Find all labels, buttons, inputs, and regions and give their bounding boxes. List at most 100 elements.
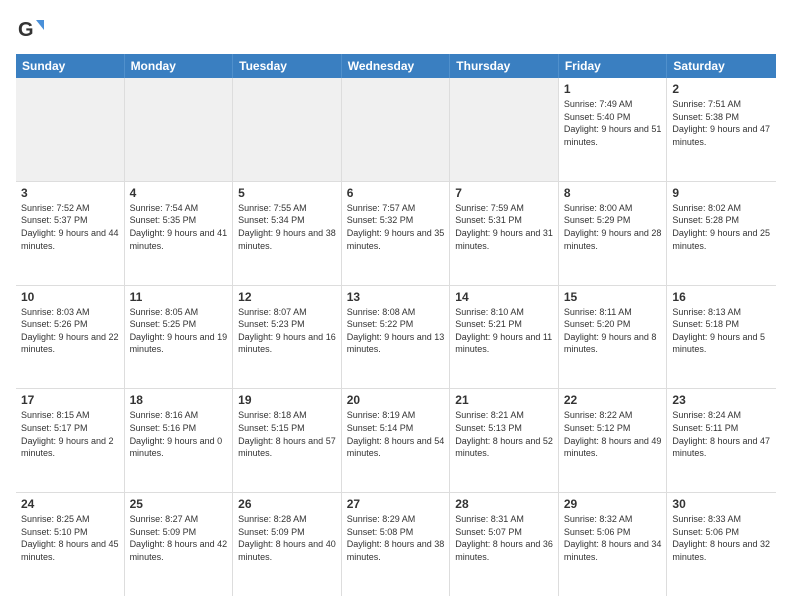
day-number: 23 [672,393,771,407]
calendar-cell-day: 8 Sunrise: 8:00 AM Sunset: 5:29 PM Daylig… [559,182,668,285]
calendar-cell-day: 21 Sunrise: 8:21 AM Sunset: 5:13 PM Dayli… [450,389,559,492]
day-number: 11 [130,290,228,304]
day-number: 20 [347,393,445,407]
day-number: 21 [455,393,553,407]
day-info: Sunrise: 8:07 AM Sunset: 5:23 PM Dayligh… [238,306,336,356]
calendar-row: 1Sunrise: 7:49 AM Sunset: 5:40 PM Daylig… [16,78,776,182]
day-info: Sunrise: 7:57 AM Sunset: 5:32 PM Dayligh… [347,202,445,252]
calendar-cell-day: 2 Sunrise: 7:51 AM Sunset: 5:38 PM Daylig… [667,78,776,181]
day-info: Sunrise: 8:27 AM Sunset: 5:09 PM Dayligh… [130,513,228,563]
calendar-cell-day: 3 Sunrise: 7:52 AM Sunset: 5:37 PM Daylig… [16,182,125,285]
day-number: 5 [238,186,336,200]
day-info: Sunrise: 8:29 AM Sunset: 5:08 PM Dayligh… [347,513,445,563]
day-number: 10 [21,290,119,304]
day-number: 19 [238,393,336,407]
calendar-cell-day: 20 Sunrise: 8:19 AM Sunset: 5:14 PM Dayli… [342,389,451,492]
day-info: Sunrise: 8:16 AM Sunset: 5:16 PM Dayligh… [130,409,228,459]
day-info: Sunrise: 8:31 AM Sunset: 5:07 PM Dayligh… [455,513,553,563]
day-info: Sunrise: 8:03 AM Sunset: 5:26 PM Dayligh… [21,306,119,356]
day-info: Sunrise: 8:15 AM Sunset: 5:17 PM Dayligh… [21,409,119,459]
day-number: 9 [672,186,771,200]
day-info: Sunrise: 8:19 AM Sunset: 5:14 PM Dayligh… [347,409,445,459]
day-number: 2 [672,82,771,96]
day-info: Sunrise: 8:33 AM Sunset: 5:06 PM Dayligh… [672,513,771,563]
calendar-cell-empty [450,78,559,181]
calendar-cell-day: 27Sunrise: 8:29 AM Sunset: 5:08 PM Dayli… [342,493,451,596]
calendar-cell-day: 24 Sunrise: 8:25 AM Sunset: 5:10 PM Dayli… [16,493,125,596]
calendar-cell-day: 30Sunrise: 8:33 AM Sunset: 5:06 PM Dayli… [667,493,776,596]
day-number: 13 [347,290,445,304]
calendar-cell-day: 18 Sunrise: 8:16 AM Sunset: 5:16 PM Dayli… [125,389,234,492]
day-info: Sunrise: 7:54 AM Sunset: 5:35 PM Dayligh… [130,202,228,252]
day-number: 16 [672,290,771,304]
day-info: Sunrise: 8:21 AM Sunset: 5:13 PM Dayligh… [455,409,553,459]
calendar-cell-day: 7 Sunrise: 7:59 AM Sunset: 5:31 PM Daylig… [450,182,559,285]
day-info: Sunrise: 8:08 AM Sunset: 5:22 PM Dayligh… [347,306,445,356]
day-info: Sunrise: 8:18 AM Sunset: 5:15 PM Dayligh… [238,409,336,459]
logo: G [16,16,48,44]
day-info: Sunrise: 8:05 AM Sunset: 5:25 PM Dayligh… [130,306,228,356]
calendar-cell-day: 15 Sunrise: 8:11 AM Sunset: 5:20 PM Dayli… [559,286,668,389]
day-number: 14 [455,290,553,304]
day-info: Sunrise: 8:00 AM Sunset: 5:29 PM Dayligh… [564,202,662,252]
calendar-cell-empty [342,78,451,181]
day-number: 7 [455,186,553,200]
calendar-cell-empty [125,78,234,181]
day-number: 4 [130,186,228,200]
calendar-header-cell: Thursday [450,54,559,78]
calendar-cell-empty [233,78,342,181]
calendar-cell-day: 6 Sunrise: 7:57 AM Sunset: 5:32 PM Daylig… [342,182,451,285]
day-number: 6 [347,186,445,200]
calendar-cell-day: 28 Sunrise: 8:31 AM Sunset: 5:07 PM Dayli… [450,493,559,596]
day-info: Sunrise: 8:02 AM Sunset: 5:28 PM Dayligh… [672,202,771,252]
day-info: Sunrise: 7:52 AM Sunset: 5:37 PM Dayligh… [21,202,119,252]
calendar-cell-day: 12Sunrise: 8:07 AM Sunset: 5:23 PM Dayli… [233,286,342,389]
calendar-cell-day: 25 Sunrise: 8:27 AM Sunset: 5:09 PM Dayli… [125,493,234,596]
day-number: 22 [564,393,662,407]
logo-icon: G [16,16,44,44]
day-number: 29 [564,497,662,511]
day-number: 28 [455,497,553,511]
calendar-body: 1Sunrise: 7:49 AM Sunset: 5:40 PM Daylig… [16,78,776,596]
day-info: Sunrise: 8:25 AM Sunset: 5:10 PM Dayligh… [21,513,119,563]
calendar-cell-day: 4 Sunrise: 7:54 AM Sunset: 5:35 PM Daylig… [125,182,234,285]
calendar-header-cell: Monday [125,54,234,78]
day-number: 3 [21,186,119,200]
calendar-cell-day: 11 Sunrise: 8:05 AM Sunset: 5:25 PM Dayli… [125,286,234,389]
day-number: 8 [564,186,662,200]
calendar-cell-day: 9 Sunrise: 8:02 AM Sunset: 5:28 PM Daylig… [667,182,776,285]
day-number: 25 [130,497,228,511]
day-number: 15 [564,290,662,304]
calendar-row: 17 Sunrise: 8:15 AM Sunset: 5:17 PM Dayli… [16,389,776,493]
calendar-cell-day: 19 Sunrise: 8:18 AM Sunset: 5:15 PM Dayli… [233,389,342,492]
calendar-header-cell: Tuesday [233,54,342,78]
calendar-cell-day: 16 Sunrise: 8:13 AM Sunset: 5:18 PM Dayli… [667,286,776,389]
day-number: 24 [21,497,119,511]
day-number: 26 [238,497,336,511]
calendar-cell-day: 29 Sunrise: 8:32 AM Sunset: 5:06 PM Dayli… [559,493,668,596]
calendar-cell-day: 22 Sunrise: 8:22 AM Sunset: 5:12 PM Dayli… [559,389,668,492]
calendar-header: SundayMondayTuesdayWednesdayThursdayFrid… [16,54,776,78]
day-info: Sunrise: 8:32 AM Sunset: 5:06 PM Dayligh… [564,513,662,563]
day-info: Sunrise: 8:22 AM Sunset: 5:12 PM Dayligh… [564,409,662,459]
day-info: Sunrise: 8:11 AM Sunset: 5:20 PM Dayligh… [564,306,662,356]
day-info: Sunrise: 8:10 AM Sunset: 5:21 PM Dayligh… [455,306,553,356]
calendar-cell-day: 1Sunrise: 7:49 AM Sunset: 5:40 PM Daylig… [559,78,668,181]
day-number: 17 [21,393,119,407]
day-info: Sunrise: 7:59 AM Sunset: 5:31 PM Dayligh… [455,202,553,252]
day-info: Sunrise: 8:24 AM Sunset: 5:11 PM Dayligh… [672,409,771,459]
day-info: Sunrise: 7:51 AM Sunset: 5:38 PM Dayligh… [672,98,771,148]
page-header: G [16,16,776,44]
calendar-row: 24 Sunrise: 8:25 AM Sunset: 5:10 PM Dayli… [16,493,776,596]
calendar-cell-day: 5Sunrise: 7:55 AM Sunset: 5:34 PM Daylig… [233,182,342,285]
calendar-row: 3 Sunrise: 7:52 AM Sunset: 5:37 PM Daylig… [16,182,776,286]
day-number: 1 [564,82,662,96]
svg-text:G: G [18,19,34,41]
day-info: Sunrise: 8:28 AM Sunset: 5:09 PM Dayligh… [238,513,336,563]
calendar-cell-day: 26 Sunrise: 8:28 AM Sunset: 5:09 PM Dayli… [233,493,342,596]
calendar-cell-empty [16,78,125,181]
day-info: Sunrise: 8:13 AM Sunset: 5:18 PM Dayligh… [672,306,771,356]
calendar-cell-day: 14 Sunrise: 8:10 AM Sunset: 5:21 PM Dayli… [450,286,559,389]
day-number: 18 [130,393,228,407]
calendar-header-cell: Friday [559,54,668,78]
